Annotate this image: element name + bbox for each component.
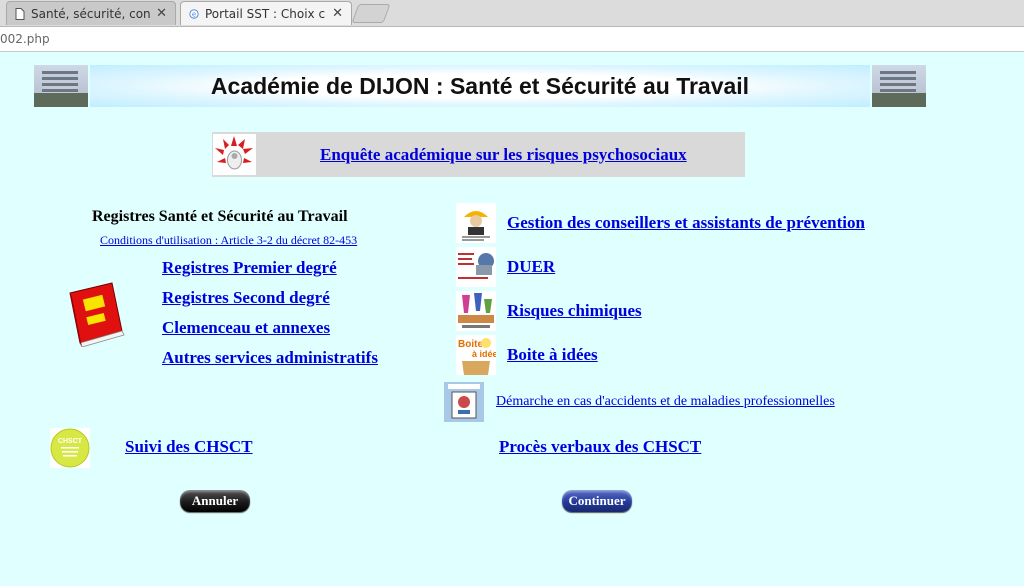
cancel-button[interactable]: Annuler bbox=[180, 490, 250, 512]
conditions-link[interactable]: Conditions d'utilisation : Article 3-2 d… bbox=[100, 233, 357, 248]
survey-panel: Enquête académique sur les risques psych… bbox=[212, 132, 745, 177]
duer-link[interactable]: DUER bbox=[507, 257, 555, 277]
register-book-icon bbox=[69, 282, 125, 347]
browser-tab-active[interactable]: e Portail SST : Choix c ✕ bbox=[180, 1, 352, 25]
survey-link[interactable]: Enquête académique sur les risques psych… bbox=[320, 145, 687, 165]
chsct-logo-icon: CHSCT bbox=[50, 428, 90, 468]
chemical-risk-icon bbox=[456, 291, 496, 331]
svg-text:CHSCT: CHSCT bbox=[58, 438, 83, 445]
close-tab-icon[interactable]: ✕ bbox=[332, 6, 343, 21]
address-bar[interactable]: 002.php bbox=[0, 27, 1024, 52]
close-tab-icon[interactable]: ✕ bbox=[156, 6, 167, 21]
other-admin-services-link[interactable]: Autres services administratifs bbox=[162, 348, 378, 368]
chsct-minutes-link[interactable]: Procès verbaux des CHSCT bbox=[499, 437, 701, 457]
header-banner: Académie de DIJON : Santé et Sécurité au… bbox=[34, 65, 926, 107]
document-icon bbox=[15, 7, 25, 20]
building-image bbox=[34, 65, 88, 107]
browser-tab[interactable]: Santé, sécurité, con ✕ bbox=[6, 1, 176, 25]
svg-text:à idées: à idées bbox=[472, 349, 496, 359]
registers-second-degree-link[interactable]: Registres Second degré bbox=[162, 288, 330, 308]
advisor-icon bbox=[456, 203, 496, 243]
registers-heading: Registres Santé et Sécurité au Travail bbox=[92, 208, 348, 225]
site-favicon-icon: e bbox=[189, 8, 199, 19]
browser-tab-bar: Santé, sécurité, con ✕ e Portail SST : C… bbox=[0, 0, 1024, 27]
browser-tab-title: Santé, sécurité, con bbox=[31, 6, 151, 21]
browser-tab-title: Portail SST : Choix c bbox=[205, 6, 326, 21]
continue-button[interactable]: Continuer bbox=[562, 490, 632, 512]
page-title: Académie de DIJON : Santé et Sécurité au… bbox=[90, 65, 870, 107]
idea-box-icon: Boite à idées bbox=[456, 335, 496, 375]
new-tab-button[interactable] bbox=[351, 4, 391, 23]
idea-box-link[interactable]: Boite à idées bbox=[507, 345, 598, 365]
accident-procedure-icon bbox=[444, 382, 484, 422]
duer-document-icon bbox=[456, 247, 496, 287]
psychosocial-risk-icon bbox=[213, 134, 256, 175]
clemenceau-annexes-link[interactable]: Clemenceau et annexes bbox=[162, 318, 330, 338]
chemical-risks-link[interactable]: Risques chimiques bbox=[507, 301, 642, 321]
accident-procedure-link[interactable]: Démarche en cas d'accidents et de maladi… bbox=[496, 394, 835, 410]
prevention-advisors-link[interactable]: Gestion des conseillers et assistants de… bbox=[507, 213, 865, 233]
svg-text:e: e bbox=[192, 10, 196, 18]
building-image bbox=[872, 65, 926, 107]
chsct-followup-link[interactable]: Suivi des CHSCT bbox=[125, 437, 253, 457]
registers-first-degree-link[interactable]: Registres Premier degré bbox=[162, 258, 337, 278]
